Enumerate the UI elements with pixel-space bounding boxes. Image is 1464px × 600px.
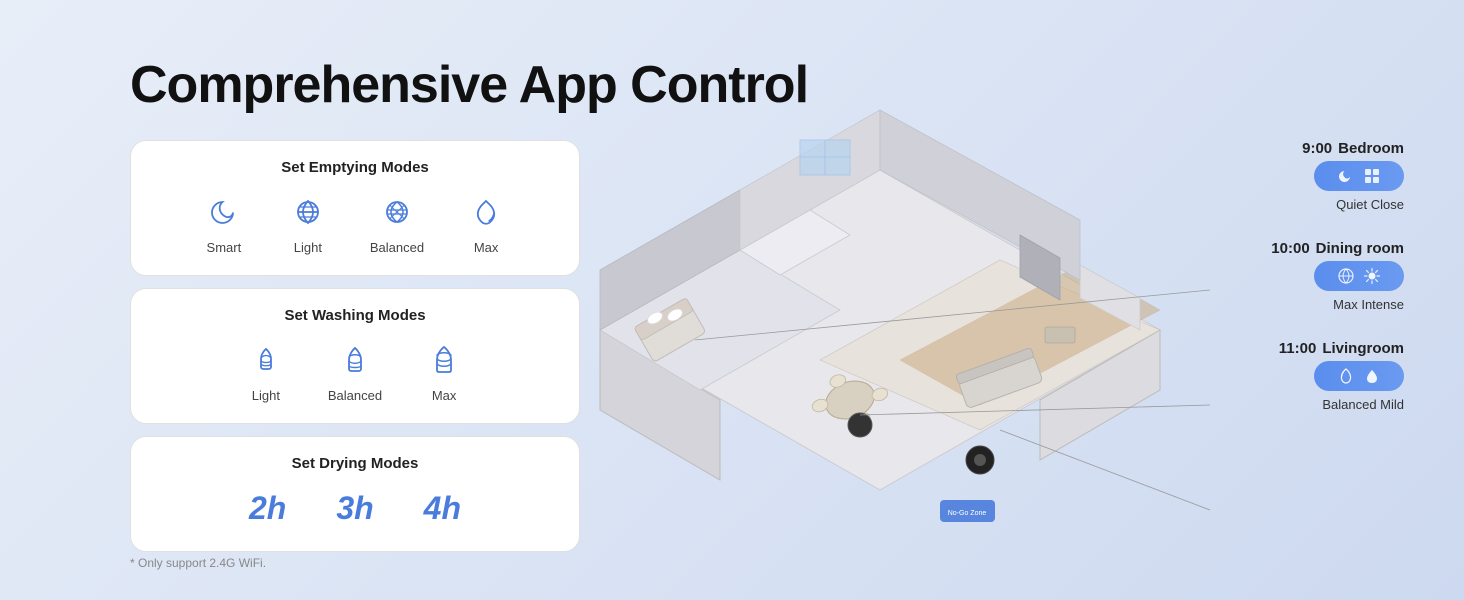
wash-light-icon	[244, 338, 288, 382]
left-panel: Set Emptying Modes Smart	[130, 140, 580, 552]
grid-icon	[1363, 167, 1381, 185]
mode-light-washing[interactable]: Light	[244, 338, 288, 403]
annotation-dining: 10:00 Dining room	[1271, 240, 1404, 312]
drop-icon	[1363, 367, 1381, 385]
dining-time: 10:00	[1271, 240, 1309, 257]
max-icon	[1337, 367, 1355, 385]
max-washing-label: Max	[432, 388, 457, 403]
bedroom-desc: Quiet Close	[1336, 197, 1404, 212]
sun-icon	[1363, 267, 1381, 285]
svg-text:No-Go Zone: No-Go Zone	[948, 510, 987, 517]
mode-smart[interactable]: Smart	[202, 190, 246, 255]
max-spin-icon	[464, 190, 508, 234]
living-desc: Balanced Mild	[1322, 397, 1404, 412]
drying-time-4h[interactable]: 4h	[424, 490, 461, 527]
mode-max-washing[interactable]: Max	[422, 338, 466, 403]
moon-icon	[202, 190, 246, 234]
dining-pill[interactable]	[1314, 261, 1404, 291]
balanced-washing-label: Balanced	[328, 388, 382, 403]
washing-card-title: Set Washing Modes	[155, 307, 555, 324]
spin-icon	[1337, 267, 1355, 285]
annotation-bedroom: 9:00 Bedroom Quiet Close	[1271, 140, 1404, 212]
bedroom-time-room: 9:00 Bedroom	[1302, 140, 1404, 157]
balanced-emptying-label: Balanced	[370, 240, 424, 255]
wash-balanced-icon	[333, 338, 377, 382]
drying-modes-card: Set Drying Modes 2h 3h 4h	[130, 436, 580, 552]
dining-desc: Max Intense	[1333, 297, 1404, 312]
bedroom-time: 9:00	[1302, 140, 1332, 157]
smart-label: Smart	[207, 240, 242, 255]
dining-time-room: 10:00 Dining room	[1271, 240, 1404, 257]
light-spin-icon	[286, 190, 330, 234]
washing-modes-card: Set Washing Modes Light	[130, 288, 580, 424]
mode-light-emptying[interactable]: Light	[286, 190, 330, 255]
living-time: 11:00	[1279, 340, 1317, 357]
schedule-annotations: 9:00 Bedroom Quiet Close 10:00 Dining ro…	[1271, 140, 1404, 412]
drying-time-3h[interactable]: 3h	[336, 490, 373, 527]
drying-card-title: Set Drying Modes	[155, 455, 555, 472]
mode-balanced-washing[interactable]: Balanced	[328, 338, 382, 403]
annotation-living: 11:00 Livingroom Balanced Mild	[1271, 340, 1404, 412]
bedroom-room: Bedroom	[1338, 140, 1404, 157]
mode-max-emptying[interactable]: Max	[464, 190, 508, 255]
drying-time-2h[interactable]: 2h	[249, 490, 286, 527]
max-emptying-label: Max	[474, 240, 499, 255]
light-washing-label: Light	[252, 388, 280, 403]
living-pill[interactable]	[1314, 361, 1404, 391]
drying-times-row: 2h 3h 4h	[155, 486, 555, 531]
floor-plan-illustration: No-Go Zone	[520, 70, 1240, 550]
footnote: * Only support 2.4G WiFi.	[130, 556, 266, 570]
emptying-card-title: Set Emptying Modes	[155, 159, 555, 176]
moon-small-icon	[1337, 167, 1355, 185]
balanced-spin-icon	[375, 190, 419, 234]
living-room-label: Livingroom	[1322, 340, 1404, 357]
mode-balanced-emptying[interactable]: Balanced	[370, 190, 424, 255]
wash-max-icon	[422, 338, 466, 382]
washing-modes-row: Light Balanced	[155, 338, 555, 403]
light-emptying-label: Light	[294, 240, 322, 255]
dining-room: Dining room	[1316, 240, 1404, 257]
emptying-modes-card: Set Emptying Modes Smart	[130, 140, 580, 276]
living-time-room: 11:00 Livingroom	[1279, 340, 1404, 357]
bedroom-pill[interactable]	[1314, 161, 1404, 191]
emptying-modes-row: Smart Light	[155, 190, 555, 255]
